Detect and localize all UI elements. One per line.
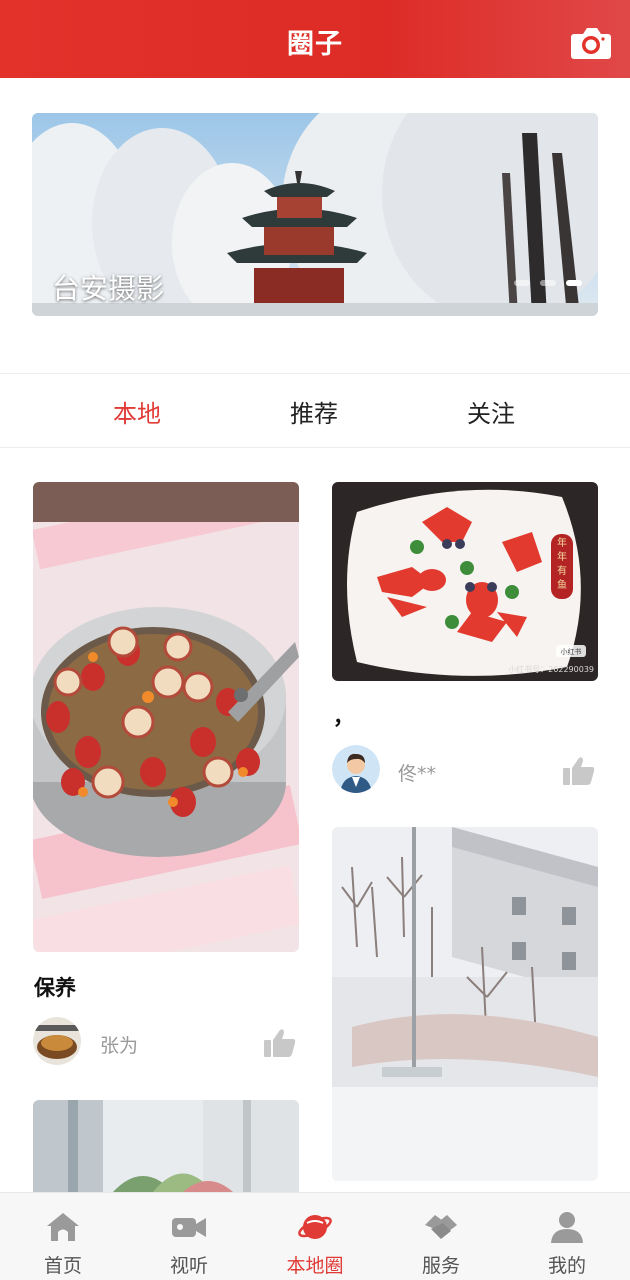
header-bar: 圈子 — [0, 0, 630, 78]
page-title: 圈子 — [287, 29, 343, 60]
avatar[interactable] — [332, 745, 380, 793]
handshake-icon — [423, 1209, 459, 1245]
planet-icon — [297, 1209, 333, 1245]
carousel-dot[interactable] — [514, 280, 530, 286]
video-camera-icon — [171, 1209, 207, 1245]
divider — [0, 447, 630, 448]
carousel-dot[interactable] — [540, 280, 556, 286]
post-title[interactable]: ， — [333, 701, 354, 731]
tab-recommend[interactable]: 推荐 — [254, 394, 374, 429]
post-image-strawberry-plate[interactable]: 年年有鱼 小红书 小红书号：262290039 — [332, 482, 598, 681]
user-icon — [549, 1209, 585, 1245]
nav-label: 我的 — [547, 1255, 586, 1277]
watermark-brand: 小红书 — [561, 647, 582, 656]
nav-label: 服务 — [421, 1255, 460, 1277]
avatar[interactable] — [33, 1017, 81, 1065]
banner-carousel[interactable]: 台安摄影 — [32, 113, 598, 316]
post-title[interactable]: 保养 — [34, 972, 76, 1002]
carousel-dot-active[interactable] — [566, 280, 582, 286]
nav-service[interactable]: 服务 — [378, 1193, 504, 1280]
tab-follow[interactable]: 关注 — [431, 394, 551, 429]
nav-label: 首页 — [43, 1255, 82, 1277]
bottom-nav: 首页 视听 本地圈 服务 我的 — [0, 1192, 630, 1280]
nav-mine[interactable]: 我的 — [504, 1193, 630, 1280]
tab-local[interactable]: 本地 — [77, 394, 197, 429]
watermark-id: 小红书号：262290039 — [508, 664, 594, 674]
divider — [0, 373, 630, 374]
author-name[interactable]: 佟** — [398, 759, 436, 786]
nav-label: 本地圈 — [286, 1255, 344, 1277]
app-screen: 圈子 台安摄影 本地 推荐 关注 保养 张为 年年有鱼 小红书 小红书号：262… — [0, 0, 630, 1280]
camera-icon[interactable] — [570, 25, 612, 61]
thumbs-up-icon[interactable] — [562, 756, 596, 786]
author-name[interactable]: 张为 — [100, 1031, 138, 1058]
nav-home[interactable]: 首页 — [0, 1193, 126, 1280]
nav-local-circle[interactable]: 本地圈 — [252, 1193, 378, 1280]
thumbs-up-icon[interactable] — [263, 1028, 297, 1058]
carousel-indicators — [514, 280, 582, 286]
nav-video[interactable]: 视听 — [126, 1193, 252, 1280]
post-image-window[interactable] — [33, 1100, 299, 1192]
nav-label: 视听 — [169, 1255, 208, 1277]
home-icon — [45, 1209, 81, 1245]
banner-caption: 台安摄影 — [52, 272, 165, 305]
post-image-snowy-courtyard[interactable] — [332, 827, 598, 1181]
post-image-soup[interactable] — [33, 482, 299, 952]
